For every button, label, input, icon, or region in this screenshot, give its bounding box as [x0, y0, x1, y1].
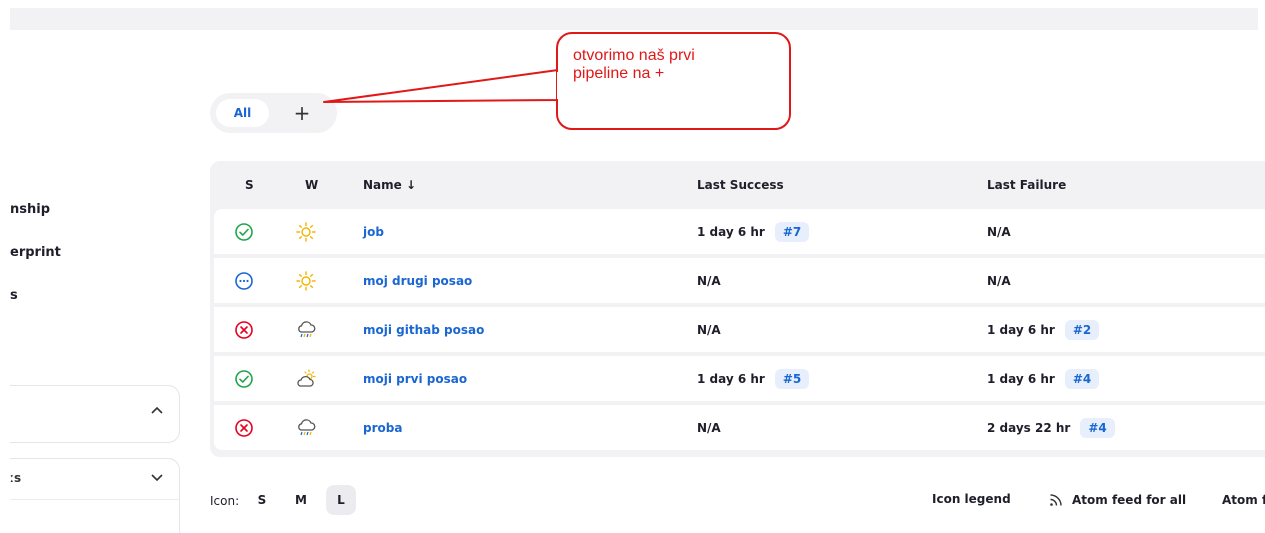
weather-storm-icon	[295, 405, 317, 450]
last-failure-time: 1 day 6 hr	[987, 322, 1055, 337]
last-success-cell: 1 day 6 hr #5	[697, 356, 810, 401]
job-name-link[interactable]: moji prvi posao	[363, 356, 467, 401]
atom-feed-all-link[interactable]: Atom feed for all	[1048, 492, 1186, 508]
job-name-link[interactable]: proba	[363, 405, 402, 450]
jobs-table: S W Name ↓ Last Success Last Failure job…	[210, 161, 1265, 457]
atom-feed-all-label: Atom feed for all	[1072, 493, 1187, 507]
weather-storm-icon	[295, 307, 317, 352]
last-success-cell: N/A	[697, 307, 721, 352]
last-success-time: N/A	[697, 420, 721, 435]
last-success-cell: 1 day 6 hr #7	[697, 209, 810, 254]
icon-size-small-button[interactable]: S	[247, 485, 277, 515]
column-header-name[interactable]: Name ↓	[363, 178, 416, 192]
last-success-cell: N/A	[697, 405, 721, 450]
status-failed-icon	[234, 307, 254, 352]
last-failure-cell: 2 days 22 hr #4	[987, 405, 1115, 450]
column-header-status[interactable]: S	[245, 178, 254, 192]
last-success-time: 1 day 6 hr	[697, 224, 765, 239]
icon-size-label: Icon:	[210, 494, 240, 508]
icon-legend-label: Icon legend	[932, 492, 1011, 506]
status-success-icon	[234, 356, 254, 401]
job-name-link[interactable]: moji githab posao	[363, 307, 484, 352]
status-failed-icon	[234, 405, 254, 450]
build-number-link[interactable]: #2	[1064, 319, 1100, 340]
icon-size-large-button[interactable]: L	[326, 485, 356, 515]
column-header-weather[interactable]: W	[305, 178, 318, 192]
last-failure-time: 2 days 22 hr	[987, 420, 1071, 435]
atom-feed-failures-label: Atom feed for failures	[1222, 493, 1265, 507]
last-failure-cell: 1 day 6 hr #2	[987, 307, 1100, 352]
last-failure-time: N/A	[987, 273, 1011, 288]
status-pending-icon	[234, 258, 254, 303]
build-number-link[interactable]: #7	[774, 221, 810, 242]
table-row: moji prvi posao 1 day 6 hr #5 1 day 6 hr…	[214, 356, 1265, 401]
icon-size-medium-button[interactable]: M	[286, 485, 316, 515]
column-header-last-success[interactable]: Last Success	[697, 178, 784, 192]
status-success-icon	[234, 209, 254, 254]
last-failure-time: 1 day 6 hr	[987, 371, 1055, 386]
table-header: S W Name ↓ Last Success Last Failure	[210, 161, 1265, 209]
build-number-link[interactable]: #4	[1064, 368, 1100, 389]
table-row: moj drugi posao N/A N/A	[214, 258, 1265, 303]
icon-legend-link[interactable]: Icon legend	[932, 492, 1011, 506]
last-success-cell: N/A	[697, 258, 721, 303]
last-success-time: 1 day 6 hr	[697, 371, 765, 386]
table-row: proba N/A 2 days 22 hr #4	[214, 405, 1265, 450]
job-name-link[interactable]: moj drugi posao	[363, 258, 472, 303]
weather-partly-cloudy-icon	[295, 356, 317, 401]
last-success-time: N/A	[697, 322, 721, 337]
last-failure-cell: N/A	[987, 258, 1011, 303]
last-failure-cell: N/A	[987, 209, 1011, 254]
job-name-link[interactable]: job	[363, 209, 384, 254]
atom-feed-failures-link[interactable]: Atom feed for failures	[1214, 492, 1265, 508]
table-row: moji githab posao N/A 1 day 6 hr #2	[214, 307, 1265, 352]
column-header-last-failure[interactable]: Last Failure	[987, 178, 1066, 192]
last-failure-cell: 1 day 6 hr #4	[987, 356, 1100, 401]
build-number-link[interactable]: #5	[774, 368, 810, 389]
build-number-link[interactable]: #4	[1080, 417, 1115, 438]
weather-sunny-icon	[295, 258, 317, 303]
rss-icon	[1050, 494, 1062, 506]
last-success-time: N/A	[697, 273, 721, 288]
table-row: job 1 day 6 hr #7 N/A	[214, 209, 1265, 254]
last-failure-time: N/A	[987, 224, 1011, 239]
weather-sunny-icon	[295, 209, 317, 254]
